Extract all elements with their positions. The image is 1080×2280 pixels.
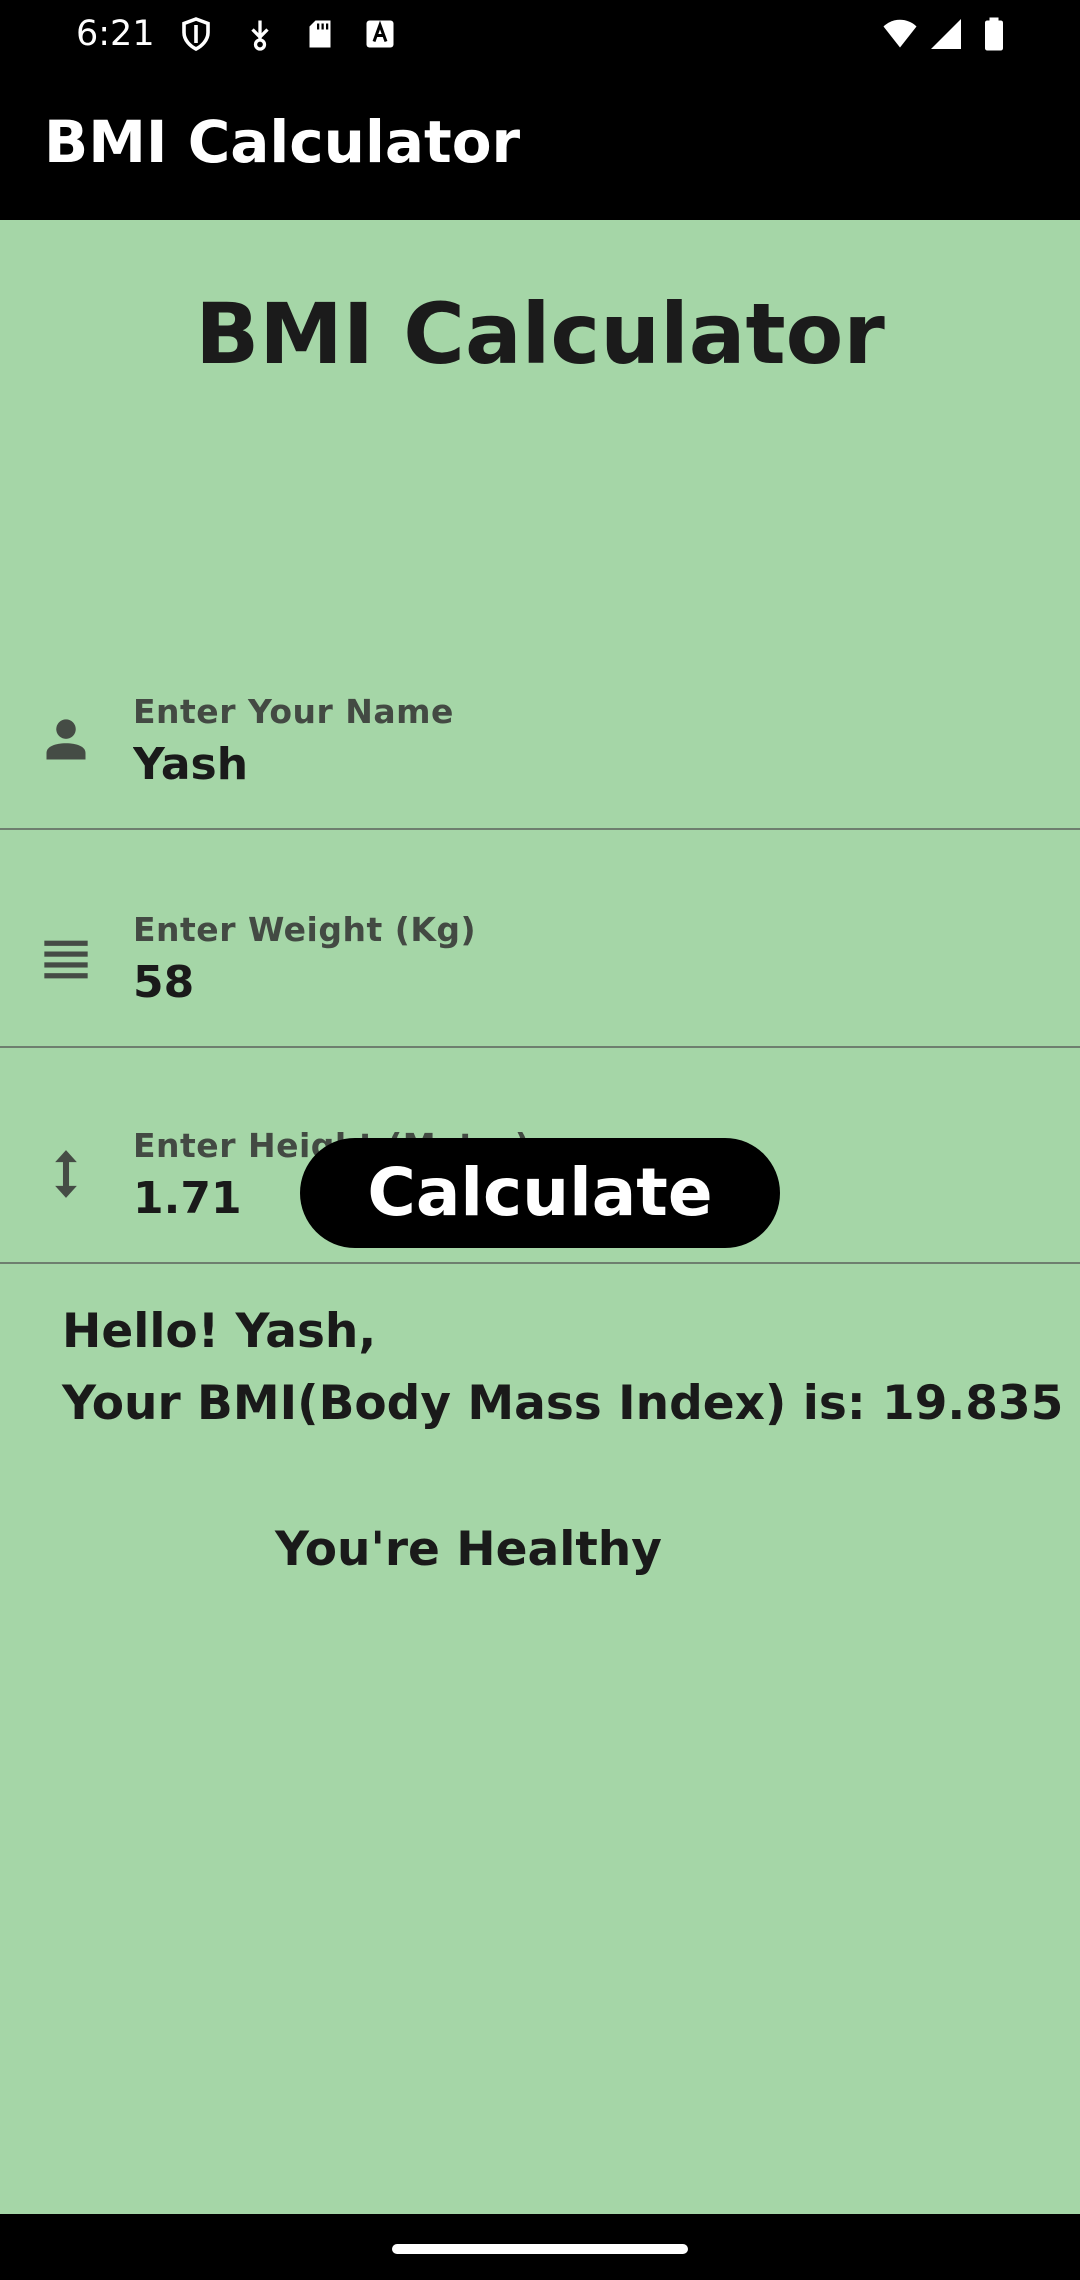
sd-card-icon [309,20,331,48]
weight-lines-icon [44,940,88,979]
person-icon [46,719,86,760]
result-bmi: Your BMI(Body Mass Index) is: 19.835 [62,1376,1064,1431]
home-gesture-handle[interactable] [392,2244,688,2254]
status-time: 6:21 [76,14,155,54]
weight-label: Enter Weight (Kg) [133,910,477,949]
status-bar: 6:21 [0,0,1080,68]
shield-icon [182,17,210,52]
name-label: Enter Your Name [133,692,454,731]
weight-field[interactable]: Enter Weight (Kg) [0,830,1080,1048]
result-greeting: Hello! Yash, [62,1304,377,1359]
main-content: BMI Calculator Enter Your Name Enter Wei… [0,220,1080,2214]
usb-icon [251,20,269,51]
text-icon [366,20,394,48]
app-bar: BMI Calculator [0,68,1080,220]
page-title: BMI Calculator [195,285,885,383]
signal-icon [931,19,961,49]
app-bar-title: BMI Calculator [44,108,521,176]
name-input[interactable] [133,738,1033,792]
calculate-button[interactable]: Calculate [300,1138,780,1248]
weight-input[interactable] [133,956,1033,1010]
navigation-bar [0,2214,1080,2280]
battery-icon [985,17,1003,51]
height-arrows-icon [55,1150,77,1198]
result-status: You're Healthy [275,1522,662,1577]
name-field[interactable]: Enter Your Name [0,612,1080,830]
wifi-icon [883,19,917,48]
